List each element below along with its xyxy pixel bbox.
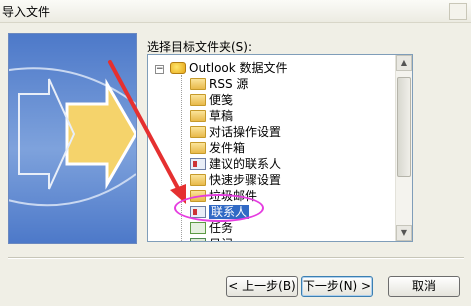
annotation-highlight-ellipse bbox=[174, 194, 264, 222]
annotation-arrow bbox=[108, 60, 186, 204]
